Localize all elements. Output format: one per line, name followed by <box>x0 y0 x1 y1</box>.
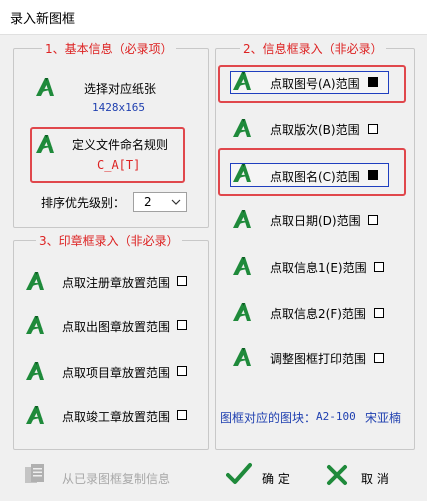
stamp-item-label: 点取注册章放置范围 <box>62 276 171 290</box>
stamp-item-label: 点取竣工章放置范围 <box>62 410 171 424</box>
ok-label: 确 定 <box>262 472 290 486</box>
info-item-label: 点取信息1(E)范围 <box>270 261 367 275</box>
a-logo-icon <box>233 210 251 228</box>
checkmark-icon <box>226 463 252 484</box>
a-logo-icon <box>233 257 251 275</box>
naming-rule-value: C_A[T] <box>97 158 141 172</box>
a-logo-icon <box>233 72 251 90</box>
priority-label: 排序优先级别： <box>41 196 126 210</box>
chevron-down-icon <box>171 199 181 205</box>
info-checkbox[interactable] <box>374 308 384 318</box>
info-item-label: 点取图号(A)范围 <box>270 77 360 91</box>
title-bar: 录入新图框 <box>0 0 427 35</box>
info-item-label: 点取图名(C)范围 <box>270 170 360 184</box>
info-checkbox[interactable] <box>368 215 378 225</box>
info-item-label: 点取版次(B)范围 <box>270 123 360 137</box>
group-info-legend: 2、信息框录入（非必录） <box>240 40 386 57</box>
block-name: A2-100 <box>316 410 356 423</box>
group-basic-legend: 1、基本信息（必录项） <box>42 40 176 57</box>
a-logo-icon[interactable] <box>34 133 56 155</box>
priority-select[interactable]: 2 <box>133 192 187 212</box>
info-checkbox[interactable] <box>374 353 384 363</box>
copy-from-existing-label: 从已录图框复制信息 <box>62 472 171 486</box>
stamp-checkbox[interactable] <box>177 320 187 330</box>
info-checkbox[interactable] <box>368 170 378 180</box>
info-item-label: 调整图框打印范围 <box>270 352 367 366</box>
block-label: 图框对应的图块： <box>220 411 317 425</box>
stamp-checkbox[interactable] <box>177 410 187 420</box>
stamp-checkbox[interactable] <box>177 366 187 376</box>
window-title: 录入新图框 <box>10 12 76 27</box>
close-icon <box>327 465 347 485</box>
a-logo-icon[interactable] <box>34 76 56 98</box>
a-logo-icon <box>233 303 251 321</box>
info-checkbox[interactable] <box>368 77 378 87</box>
info-item-label: 点取日期(D)范围 <box>270 214 361 228</box>
group-info: 2、信息框录入（非必录） <box>215 40 415 450</box>
priority-value: 2 <box>144 195 152 209</box>
info-item-label: 点取信息2(F)范围 <box>270 307 366 321</box>
select-paper-button[interactable]: 选择对应纸张 <box>84 80 156 97</box>
info-checkbox[interactable] <box>374 262 384 272</box>
stamp-item-label: 点取出图章放置范围 <box>62 320 171 334</box>
a-logo-icon <box>26 272 44 290</box>
group-stamp-legend: 3、印章框录入（非必录） <box>36 232 182 249</box>
a-logo-icon <box>233 348 251 366</box>
info-checkbox[interactable] <box>368 124 378 134</box>
cancel-label: 取 消 <box>361 472 389 486</box>
naming-rule-button[interactable]: 定义文件命名规则 <box>72 136 168 153</box>
stamp-checkbox[interactable] <box>177 276 187 286</box>
a-logo-icon <box>26 406 44 424</box>
copy-document-icon <box>25 464 44 483</box>
block-font: 宋亚楠 <box>365 411 402 425</box>
a-logo-icon <box>233 119 251 137</box>
a-logo-icon <box>26 316 44 334</box>
a-logo-icon <box>233 164 251 182</box>
paper-size-value: 1428x165 <box>92 101 145 114</box>
a-logo-icon <box>26 362 44 380</box>
stamp-item-label: 点取项目章放置范围 <box>62 366 171 380</box>
